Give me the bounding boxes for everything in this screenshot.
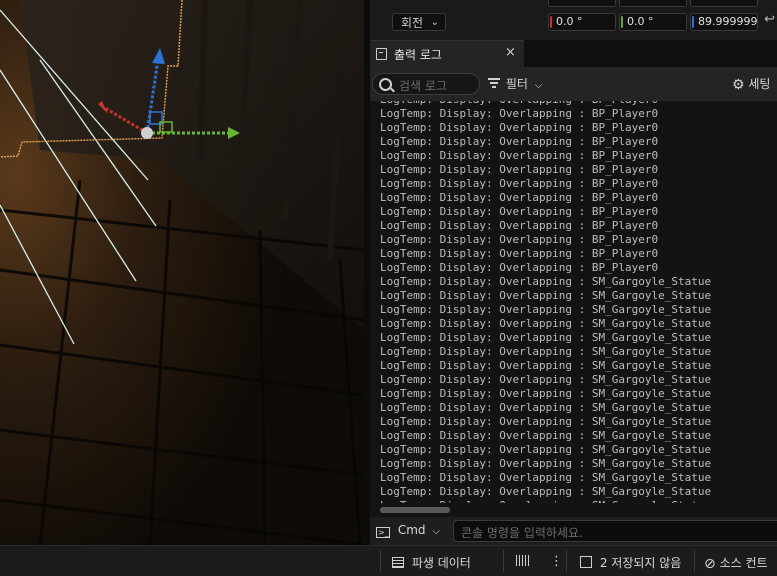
log-line: LogTemp: Display: Overlapping : BP_Playe… <box>380 107 659 120</box>
log-line: LogTemp: Display: Overlapping : SM_Gargo… <box>380 303 712 316</box>
log-line: LogTemp: Display: Overlapping : BP_Playe… <box>380 163 659 176</box>
log-line: LogTemp: Display: Overlapping : SM_Gargo… <box>380 443 712 456</box>
log-line: LogTemp: Display: Overlapping : SM_Gargo… <box>380 415 712 428</box>
scrollbar-thumb[interactable] <box>380 507 450 513</box>
save-icon <box>580 556 592 568</box>
log-line: LogTemp: Display: Overlapping : SM_Gargo… <box>380 471 712 484</box>
log-line: LogTemp: Display: Overlapping : BP_Playe… <box>380 247 659 260</box>
log-line: LogTemp: Display: Overlapping : SM_Gargo… <box>380 275 712 288</box>
log-line: LogTemp: Display: Overlapping : SM_Gargo… <box>380 373 712 386</box>
log-line: LogTemp: Display: Overlapping : BP_Playe… <box>380 219 659 232</box>
cmd-label: Cmd <box>397 523 426 537</box>
settings-label: 세팅 <box>748 77 771 91</box>
terminal-icon: >_ <box>376 527 390 538</box>
rotation-y-value: 0.0 ° <box>627 15 654 28</box>
divider <box>503 550 504 572</box>
output-log-tabbar: 출력 로그 × <box>370 40 777 67</box>
filter-icon <box>488 78 500 89</box>
unsaved-assets-button[interactable]: 2 저장되지 않음 <box>580 554 681 571</box>
log-line: LogTemp: Display: Overlapping : BP_Playe… <box>380 149 659 162</box>
reset-arrow-icon[interactable]: ↩ <box>764 12 775 27</box>
rotation-label: 회전 <box>401 16 424 30</box>
divider <box>694 550 695 572</box>
search-log-input[interactable]: 검색 로그 <box>372 73 480 95</box>
close-icon[interactable]: × <box>505 45 516 60</box>
log-line: LogTemp: Display: Overlapping : BP_Playe… <box>380 135 659 148</box>
log-line: LogTemp: Display: Overlapping : BP_Playe… <box>380 121 659 134</box>
log-line: LogTemp: Display: Overlapping : SM_Gargo… <box>380 289 712 302</box>
log-line: LogTemp: Display: Overlapping : SM_Gargo… <box>380 457 712 470</box>
rotation-z-field[interactable]: 89.999999 <box>690 13 758 31</box>
rotation-x-value: 0.0 ° <box>556 15 583 28</box>
y-axis-indicator <box>621 16 623 28</box>
loc-y-field-partial[interactable] <box>619 0 687 7</box>
chevron-down-icon: ⌵ <box>432 526 440 537</box>
rotation-x-field[interactable]: 0.0 ° <box>548 13 616 31</box>
filter-label: 필터 <box>505 77 528 91</box>
z-axis-indicator <box>692 16 694 28</box>
log-line: LogTemp: Display: Overlapping : SM_Gargo… <box>380 485 712 498</box>
loc-z-field-partial[interactable] <box>690 0 758 7</box>
rotation-z-value: 89.999999 <box>698 15 758 28</box>
derived-data-icon <box>392 557 404 568</box>
log-line: LogTemp: Display: Overlapping : BP_Playe… <box>380 261 659 274</box>
rotation-row: 회전 ⌄ 0.0 ° 0.0 ° 89.999999 ↩ <box>370 10 777 31</box>
derived-data-button[interactable]: 파생 데이터 <box>392 554 471 571</box>
log-line: LogTemp: Display: Overlapping : SM_Gargo… <box>380 359 712 372</box>
trace-icon[interactable] <box>516 554 529 568</box>
more-options-icon[interactable]: ⋮ <box>550 554 563 569</box>
source-control-label: 소스 컨트 <box>719 556 768 570</box>
log-line: LogTemp: Display: Overlapping : SM_Gargo… <box>380 331 712 344</box>
output-log-toolbar: 검색 로그 필터 ⌵ ⚙ 세팅 <box>370 67 777 101</box>
log-line: LogTemp: Display: Overlapping : SM_Gargo… <box>380 429 712 442</box>
no-entry-icon: ⊘ <box>704 556 716 572</box>
tab-output-log-title: 출력 로그 <box>394 48 442 62</box>
horizontal-scrollbar[interactable] <box>370 503 777 517</box>
rotation-y-field[interactable]: 0.0 ° <box>619 13 687 31</box>
log-line: LogTemp: Display: Overlapping : SM_Gargo… <box>380 345 712 358</box>
loc-x-field-partial[interactable] <box>548 0 616 7</box>
log-line: LogTemp: Display: Overlapping : BP_Playe… <box>380 233 659 246</box>
log-line: LogTemp: Display: Overlapping : BP_Playe… <box>380 191 659 204</box>
chevron-down-icon: ⌄ <box>430 17 439 28</box>
console-placeholder: 콘솔 명령을 입력하세요. <box>461 526 583 540</box>
search-icon <box>379 78 392 91</box>
source-control-button[interactable]: ⊘ 소스 컨트 <box>704 554 768 572</box>
log-line: LogTemp: Display: Overlapping : SM_Gargo… <box>380 401 712 414</box>
search-log-placeholder: 검색 로그 <box>399 79 447 93</box>
level-viewport[interactable] <box>0 0 364 545</box>
details-panel: 회전 ⌄ 0.0 ° 0.0 ° 89.999999 ↩ <box>370 0 777 41</box>
console-command-input[interactable]: 콘솔 명령을 입력하세요. <box>453 520 777 542</box>
divider <box>380 550 381 572</box>
derived-data-label: 파생 데이터 <box>411 556 471 570</box>
status-bar: 파생 데이터 ⋮ 2 저장되지 않음 ⊘ 소스 컨트 <box>0 545 777 576</box>
unsaved-count-label: 2 저장되지 않음 <box>599 556 682 570</box>
x-axis-indicator <box>550 16 552 28</box>
log-icon <box>376 48 387 60</box>
viewport-scene <box>0 0 364 545</box>
log-lines-container: LogTemp: Display: Overlapping : BP_Playe… <box>380 101 711 503</box>
log-line: LogTemp: Display: Overlapping : SM_Gargo… <box>380 387 712 400</box>
divider <box>566 550 567 572</box>
console-bar: >_ Cmd ⌵ 콘솔 명령을 입력하세요. <box>370 517 777 545</box>
rotation-mode-dropdown[interactable]: 회전 ⌄ <box>392 13 446 31</box>
chevron-down-icon: ⌵ <box>534 80 543 91</box>
location-row-partial <box>370 0 777 7</box>
output-log-list[interactable]: LogTemp: Display: Overlapping : BP_Playe… <box>370 101 777 503</box>
cmd-dropdown[interactable]: >_ Cmd ⌵ <box>376 523 440 538</box>
tab-output-log[interactable]: 출력 로그 × <box>370 40 524 67</box>
log-line: LogTemp: Display: Overlapping : SM_Gargo… <box>380 317 712 330</box>
log-line: LogTemp: Display: Overlapping : BP_Playe… <box>380 177 659 190</box>
gear-icon: ⚙ <box>732 77 745 93</box>
filter-button[interactable]: 필터 ⌵ <box>488 75 542 92</box>
log-line: LogTemp: Display: Overlapping : BP_Playe… <box>380 205 659 218</box>
settings-button[interactable]: ⚙ 세팅 <box>732 75 770 93</box>
